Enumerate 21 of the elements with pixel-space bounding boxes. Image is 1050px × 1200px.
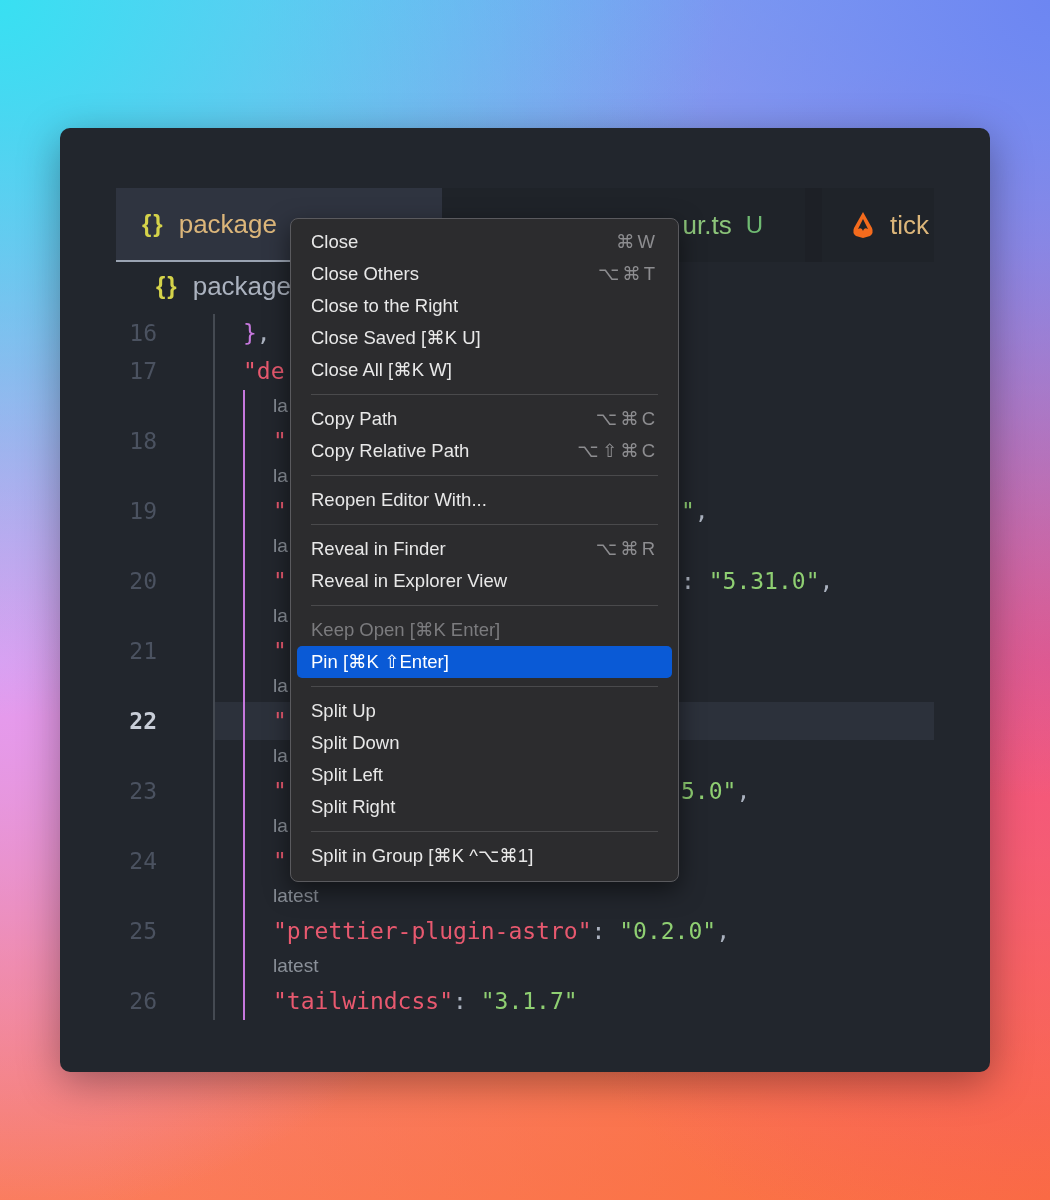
- tab-label: tick: [890, 209, 929, 241]
- code-text: ": [273, 638, 287, 664]
- code-text: ": [273, 568, 287, 594]
- code-text: ": [273, 708, 287, 734]
- code-text: ": [273, 498, 287, 524]
- tab-label: ur.ts: [682, 209, 732, 241]
- code-text: : "5.31.0",: [681, 568, 834, 594]
- code-text: "tailwindcss": "3.1.7": [273, 988, 578, 1014]
- code-text: },: [243, 320, 271, 346]
- code-text: ": [273, 848, 287, 874]
- code-text: 5.0",: [681, 778, 751, 804]
- json-icon: {}: [156, 272, 179, 300]
- code-text: ": [273, 778, 287, 804]
- json-icon: {}: [142, 210, 165, 238]
- code-text: "prettier-plugin-astro": "0.2.0",: [273, 918, 730, 944]
- code-text: "de: [243, 358, 285, 384]
- code-text: ",: [681, 498, 709, 524]
- code-text: ": [273, 428, 287, 454]
- git-status-label: U: [745, 211, 763, 239]
- line-number: 22: [129, 708, 157, 734]
- tab-label: package: [178, 208, 277, 240]
